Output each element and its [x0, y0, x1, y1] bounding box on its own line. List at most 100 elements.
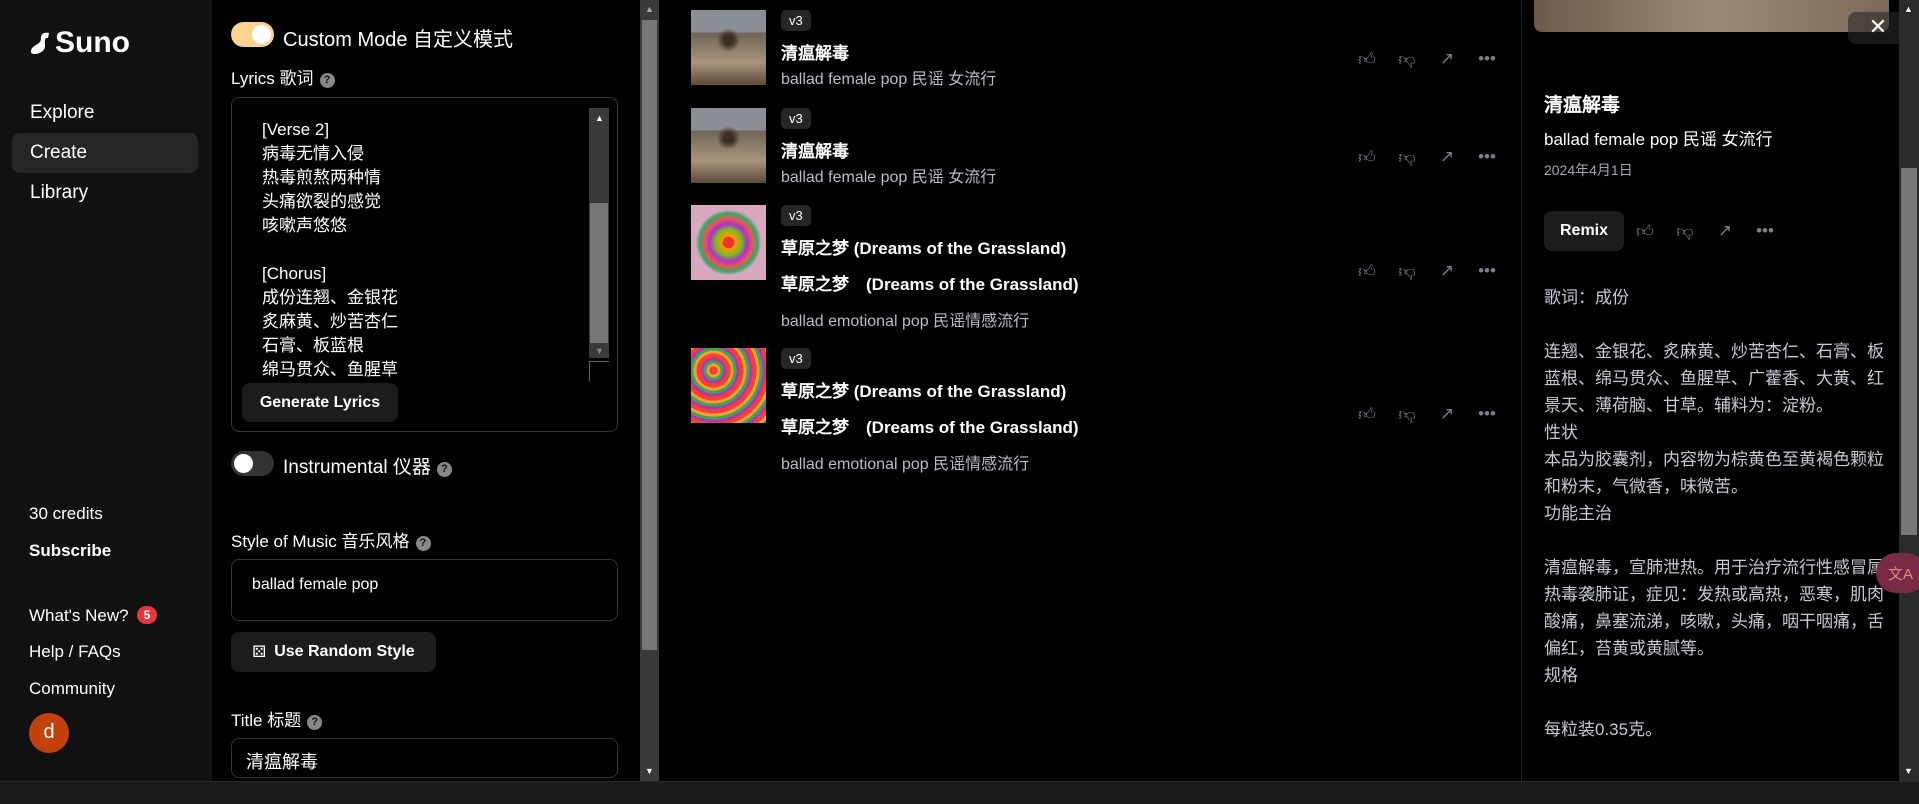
help-icon[interactable]: ? [436, 462, 452, 477]
logo-text: Suno [55, 26, 130, 59]
dislike-icon[interactable]: 👎︎ [1396, 48, 1418, 70]
more-icon[interactable]: ••• [1476, 48, 1498, 70]
song-style: ballad female pop 民谣 女流行 [781, 71, 997, 88]
lyrics-line: [Verse 2] [262, 120, 330, 139]
detail-actions: 👍︎ 👎︎ ↗ ••• [1634, 220, 1776, 242]
avatar[interactable]: d [29, 713, 69, 753]
share-icon[interactable]: ↗ [1436, 48, 1458, 70]
scroll-down-icon[interactable]: ▼ [645, 766, 654, 776]
help-icon[interactable]: ? [319, 73, 335, 88]
like-icon[interactable]: 👍︎ [1634, 220, 1656, 242]
song-style: ballad female pop 民谣 女流行 [781, 169, 997, 186]
scroll-up-icon[interactable]: ▲ [595, 113, 604, 123]
style-label: Style of Music 音乐风格? [231, 527, 431, 552]
suno-logo[interactable]: Suno [29, 26, 130, 60]
share-icon[interactable]: ↗ [1436, 403, 1458, 425]
song-row[interactable]: v3 草原之梦 (Dreams of the Grassland) 草原之梦 (D… [660, 205, 1521, 345]
share-icon[interactable]: ↗ [1436, 260, 1458, 282]
song-title[interactable]: 清瘟解毒 [781, 137, 849, 162]
lyrics-box: [Verse 2] 病毒无情入侵 热毒煎熬两种情 头痛欲裂的感觉 咳嗽声悠悠 [Choru… [231, 97, 618, 432]
remix-button[interactable]: Remix [1544, 211, 1624, 251]
lyrics-label: Lyrics 歌词? [231, 64, 335, 89]
song-title[interactable]: 草原之梦 (Dreams of the Grassland) [781, 377, 1066, 402]
detail-lyrics: 歌词：成份 连翘、金银花、炙麻黄、炒苦杏仁、石膏、板蓝根、绵马贯众、鱼腥草、广藿… [1544, 288, 1884, 739]
lyrics-line: [Chorus] [262, 264, 327, 283]
scroll-up-icon[interactable]: ▲ [645, 4, 654, 14]
generate-lyrics-button[interactable]: Generate Lyrics [242, 383, 398, 422]
share-icon[interactable]: ↗ [1436, 146, 1458, 168]
version-badge: v3 [781, 205, 811, 226]
more-icon[interactable]: ••• [1476, 403, 1498, 425]
song-title-alt: 草原之梦 (Dreams of the Grassland) [781, 275, 1079, 294]
more-icon[interactable]: ••• [1476, 260, 1498, 282]
version-badge: v3 [781, 10, 811, 31]
create-panel: Custom Mode 自定义模式 Lyrics 歌词? [Verse 2] 病毒… [212, 0, 640, 781]
scroll-down-icon[interactable]: ▼ [595, 346, 604, 356]
dislike-icon[interactable]: 👎︎ [1674, 220, 1696, 242]
bottom-bar [0, 781, 1919, 804]
help-link[interactable]: Help / FAQs [29, 642, 121, 662]
use-random-style-button[interactable]: ⚄ Use Random Style [231, 632, 436, 672]
community-link[interactable]: Community [29, 679, 115, 699]
version-badge: v3 [781, 108, 811, 129]
resize-handle-icon[interactable] [589, 361, 609, 381]
title-label: Title 标题? [231, 706, 323, 731]
song-style: ballad emotional pop 民谣情感流行 [781, 313, 1030, 330]
lyrics-textarea[interactable]: [Verse 2] 病毒无情入侵 热毒煎熬两种情 头痛欲裂的感觉 咳嗽声悠悠 [Choru… [262, 118, 398, 382]
scroll-up-icon[interactable]: ▲ [1904, 4, 1913, 14]
lyrics-line: 炙麻黄、炒苦杏仁 [262, 312, 398, 331]
help-icon[interactable]: ? [307, 715, 323, 730]
song-title[interactable]: 草原之梦 (Dreams of the Grassland) [781, 234, 1066, 259]
nav-create[interactable]: Create [12, 133, 198, 173]
notification-badge: 5 [136, 606, 158, 624]
dislike-icon[interactable]: 👎︎ [1396, 403, 1418, 425]
instrumental-toggle[interactable] [231, 451, 274, 476]
dislike-icon[interactable]: 👎︎ [1396, 146, 1418, 168]
song-style: ballad emotional pop 民谣情感流行 [781, 456, 1030, 473]
help-icon[interactable]: ? [415, 536, 431, 551]
whats-new-link[interactable]: What's New? 5 [29, 606, 158, 626]
dice-icon: ⚄ [252, 644, 267, 661]
lyrics-line: 石膏、板蓝根 [262, 336, 364, 355]
song-title[interactable]: 清瘟解毒 [781, 39, 849, 64]
version-badge: v3 [781, 348, 811, 369]
more-icon[interactable]: ••• [1754, 220, 1776, 242]
scroll-down-icon[interactable]: ▼ [1904, 766, 1913, 776]
like-icon[interactable]: 👍︎ [1356, 403, 1378, 425]
custom-mode-toggle[interactable] [231, 22, 274, 47]
dislike-icon[interactable]: 👎︎ [1396, 260, 1418, 282]
nav-explore[interactable]: Explore [12, 93, 198, 133]
lyrics-line [262, 238, 398, 262]
song-row[interactable]: v3 清瘟解毒 ballad female pop 民谣 女流行 👍︎ 👎︎ ↗ ••• [660, 108, 1521, 208]
lyrics-scrollbar[interactable]: ▲ ▼ [589, 108, 609, 358]
lyrics-line: 成份连翘、金银花 [262, 288, 398, 307]
song-thumbnail[interactable] [691, 10, 766, 85]
song-row[interactable]: v3 草原之梦 (Dreams of the Grassland) 草原之梦 (D… [660, 348, 1521, 488]
translate-icon[interactable]: 文A [1876, 553, 1919, 593]
lyrics-line: 头痛欲裂的感觉 [262, 192, 381, 211]
song-thumbnail[interactable] [691, 348, 766, 423]
nav-library[interactable]: Library [12, 173, 198, 213]
detail-date: 2024年4月1日 [1544, 162, 1633, 178]
more-icon[interactable]: ••• [1476, 146, 1498, 168]
song-thumbnail[interactable] [691, 205, 766, 280]
title-input[interactable]: 清瘟解毒 [231, 738, 618, 778]
song-row[interactable]: v3 清瘟解毒 ballad female pop 民谣 女流行 👍︎ 👎︎ ↗ ••• [660, 10, 1521, 110]
credits: 30 credits [29, 504, 103, 523]
create-panel-scrollbar[interactable]: ▲ ▼ [640, 0, 659, 781]
song-thumbnail[interactable] [691, 108, 766, 183]
like-icon[interactable]: 👍︎ [1356, 48, 1378, 70]
like-icon[interactable]: 👍︎ [1356, 260, 1378, 282]
lyrics-line: 绵马贯众、鱼腥草 [262, 360, 398, 379]
song-title-alt: 草原之梦 (Dreams of the Grassland) [781, 418, 1079, 437]
share-icon[interactable]: ↗ [1714, 220, 1736, 242]
subscribe-link[interactable]: Subscribe [29, 541, 111, 561]
style-input[interactable]: ballad female pop [231, 559, 618, 621]
sidebar: Suno Explore Create Library 30 credits S… [0, 0, 212, 781]
lyrics-line: 病毒无情入侵 [262, 144, 364, 163]
like-icon[interactable]: 👍︎ [1356, 146, 1378, 168]
detail-scrollbar[interactable]: ▲ ▼ [1899, 0, 1919, 781]
song-detail-panel: ✕ 清瘟解毒 ballad female pop 民谣 女流行 2024年4月1… [1521, 0, 1908, 781]
custom-mode-label: Custom Mode 自定义模式 [283, 29, 514, 51]
detail-style: ballad female pop 民谣 女流行 [1544, 130, 1773, 149]
